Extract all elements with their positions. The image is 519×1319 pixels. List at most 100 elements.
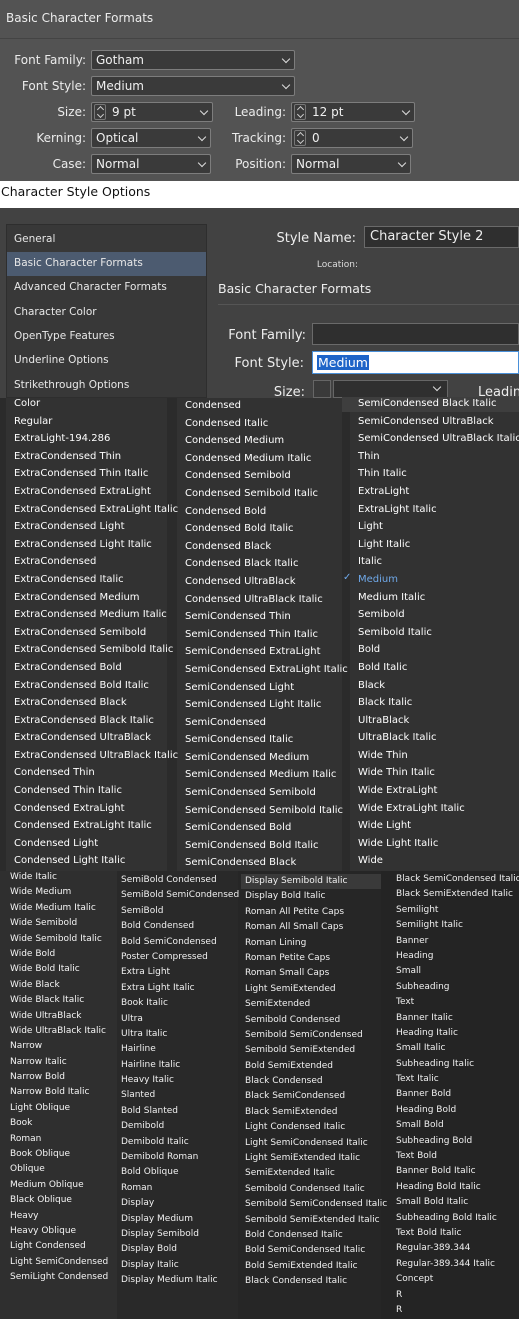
menu-item[interactable]: Semibold [358, 606, 519, 624]
menu-item[interactable]: Wide Medium Italic [10, 901, 108, 916]
menu-item[interactable]: Roman All Petite Caps [245, 905, 387, 920]
menu-item[interactable]: Black [358, 677, 519, 695]
menu-item[interactable]: UltraBlack [358, 712, 519, 730]
menu-item[interactable]: Wide ExtraLight [358, 782, 519, 800]
menu-item[interactable]: SemiCondensed UltraBlack Italic [358, 430, 519, 448]
menu-item[interactable]: Bold SemiExtended Italic [245, 1259, 387, 1274]
menu-item[interactable]: Semibold Condensed Italic [245, 1182, 387, 1197]
menu-item[interactable]: Small Italic [396, 1041, 519, 1056]
menu-item[interactable]: Display Semibold Italic [245, 874, 387, 889]
menu-item[interactable]: Bold SemiCondensed [121, 935, 239, 950]
stepper-icon[interactable] [294, 130, 306, 146]
menu-item[interactable]: Wide Semibold Italic [10, 932, 108, 947]
menu-item[interactable]: ExtraLight [358, 483, 519, 501]
menu-item[interactable]: ExtraCondensed Italic [14, 571, 178, 589]
menu-item[interactable]: Wide Semibold [10, 916, 108, 931]
menu-item[interactable]: SemiCondensed Italic [185, 731, 348, 749]
menu-item[interactable]: Small Bold Italic [396, 1195, 519, 1210]
menu-item[interactable]: Display [121, 1196, 239, 1211]
menu-item[interactable]: SemiExtended [245, 997, 387, 1012]
menu-item[interactable]: Heading Italic [396, 1026, 519, 1041]
menu-item[interactable]: R [396, 1288, 519, 1303]
style-name-input[interactable]: Character Style 2 [364, 226, 519, 248]
menu-item[interactable]: Bold SemiExtended [245, 1059, 387, 1074]
size-stepper[interactable] [313, 380, 331, 398]
menu-item[interactable]: Heavy Italic [121, 1073, 239, 1088]
menu-item[interactable]: Light Italic [358, 536, 519, 554]
sidebar-item-advanced-character-formats[interactable]: Advanced Character Formats [7, 276, 206, 300]
menu-item[interactable]: Bold Italic [358, 659, 519, 677]
menu-item[interactable]: Condensed Italic [185, 415, 348, 433]
menu-item[interactable]: Black SemiCondensed [245, 1089, 387, 1104]
menu-item[interactable]: SemiBold [121, 904, 239, 919]
stepper-icon[interactable] [94, 104, 106, 120]
sidebar-item-general[interactable]: General [7, 228, 206, 252]
menu-item[interactable]: SemiCondensed Semibold [185, 784, 348, 802]
menu-item[interactable]: SemiCondensed Light Italic [185, 696, 348, 714]
menu-item[interactable]: Light SemiCondensed Italic [245, 1136, 387, 1151]
menu-item[interactable]: Condensed Thin Italic [14, 782, 178, 800]
menu-item[interactable]: Bold Oblique [121, 1165, 239, 1180]
case-select[interactable]: Normal [91, 154, 211, 174]
menu-item[interactable]: Medium [358, 571, 519, 589]
menu-item[interactable]: Wide [358, 852, 519, 870]
sidebar-item-opentype-features[interactable]: OpenType Features [7, 325, 206, 349]
menu-item[interactable]: ExtraCondensed Black Italic [14, 712, 178, 730]
menu-item[interactable]: Wide UltraBlack [10, 1009, 108, 1024]
menu-item[interactable]: Condensed UltraBlack Italic [185, 591, 348, 609]
sidebar-item-underline-options[interactable]: Underline Options [7, 349, 206, 373]
menu-item[interactable]: SemiBold SemiCondensed [121, 888, 239, 903]
menu-item[interactable]: Subheading Italic [396, 1057, 519, 1072]
menu-item[interactable]: Black Oblique [10, 1193, 108, 1208]
menu-item[interactable]: Thin Italic [358, 465, 519, 483]
menu-item[interactable]: SemiCondensed Black [185, 854, 348, 872]
font-style-select[interactable]: Medium [91, 76, 295, 96]
menu-item[interactable]: Display Medium [121, 1212, 239, 1227]
sidebar-item-character-color[interactable]: Character Color [7, 301, 206, 325]
size-field[interactable]: 9 pt [91, 102, 213, 122]
menu-item[interactable]: Hairline [121, 1042, 239, 1057]
menu-item[interactable]: Condensed UltraBlack [185, 573, 348, 591]
menu-item[interactable]: ExtraCondensed Medium [14, 589, 178, 607]
menu-item[interactable]: Condensed Light [14, 835, 178, 853]
menu-item[interactable]: SemiLight Condensed [10, 1270, 108, 1285]
menu-item[interactable]: Light SemiExtended [245, 982, 387, 997]
menu-item[interactable]: SemiExtended Italic [245, 1166, 387, 1181]
leading-field[interactable]: 12 pt [291, 102, 415, 122]
menu-item[interactable]: Banner [396, 934, 519, 949]
menu-item[interactable]: Black Italic [358, 694, 519, 712]
menu-item[interactable]: Wide Black Italic [10, 993, 108, 1008]
stepper-icon[interactable] [294, 104, 306, 120]
menu-item[interactable]: Roman All Small Caps [245, 920, 387, 935]
menu-item[interactable]: Light Oblique [10, 1101, 108, 1116]
menu-item[interactable]: ExtraCondensed Bold [14, 659, 178, 677]
menu-item[interactable]: ExtraCondensed ExtraLight Italic [14, 501, 178, 519]
menu-item[interactable]: Wide Italic [10, 870, 108, 885]
menu-item[interactable]: Display Bold [121, 1242, 239, 1257]
menu-item[interactable]: ExtraCondensed Thin [14, 448, 178, 466]
menu-item[interactable]: Subheading [396, 980, 519, 995]
menu-item[interactable]: Light Condensed [10, 1239, 108, 1254]
menu-item[interactable]: Semibold SemiCondensed Italic [245, 1197, 387, 1212]
menu-item[interactable]: Display Bold Italic [245, 889, 387, 904]
menu-item[interactable]: Heading Bold [396, 1103, 519, 1118]
menu-item[interactable]: Subheading Bold Italic [396, 1211, 519, 1226]
menu-item[interactable]: Roman [121, 1181, 239, 1196]
menu-item[interactable]: Book [10, 1116, 108, 1131]
menu-item[interactable]: Condensed Bold [185, 503, 348, 521]
menu-item[interactable]: Condensed Black Italic [185, 555, 348, 573]
menu-item[interactable]: Poster Compressed [121, 950, 239, 965]
menu-item[interactable]: Wide Bold Italic [10, 962, 108, 977]
menu-item[interactable]: R [396, 1303, 519, 1318]
menu-item[interactable]: Extra Light Italic [121, 981, 239, 996]
menu-item[interactable]: Condensed Semibold [185, 467, 348, 485]
menu-item[interactable]: Thin [358, 448, 519, 466]
menu-item[interactable]: Wide Thin Italic [358, 764, 519, 782]
menu-item[interactable]: Light SemiCondensed [10, 1255, 108, 1270]
menu-item[interactable]: ExtraCondensed [14, 553, 178, 571]
menu-item[interactable]: Condensed [185, 397, 348, 415]
menu-item[interactable]: Light Condensed Italic [245, 1120, 387, 1135]
menu-item[interactable]: Regular-389.344 Italic [396, 1257, 519, 1272]
menu-item[interactable]: Narrow [10, 1039, 108, 1054]
menu-item[interactable]: Black Condensed [245, 1074, 387, 1089]
